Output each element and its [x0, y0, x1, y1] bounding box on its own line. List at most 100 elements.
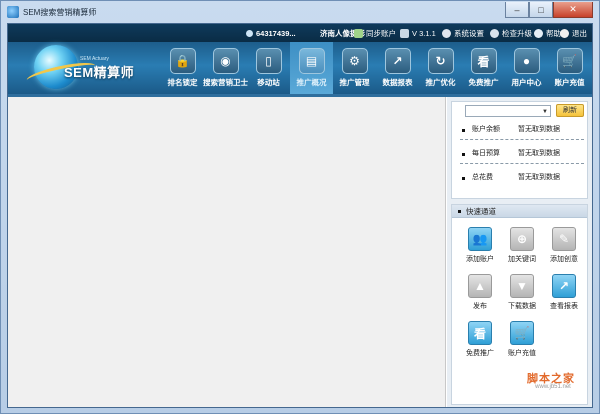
quick-access-label: 添加创意	[550, 256, 578, 263]
user-icon: ●	[513, 48, 540, 74]
quick-access-publish-button[interactable]: ▲ 发布	[460, 274, 500, 314]
quick-access-free-promo-button[interactable]: 看免费推广	[460, 321, 500, 361]
add-creative-icon: ✎	[552, 227, 576, 251]
status-item-label: 帮助	[546, 28, 561, 38]
chart-icon: ↗	[384, 48, 411, 74]
quick-access-add-keyword-button[interactable]: ⊕ 加关键词	[502, 227, 542, 267]
stat-label: 每日预算	[472, 150, 500, 157]
nav-label: 账户充值	[554, 78, 585, 87]
stat-value: 暂无取到数据	[518, 150, 560, 157]
free-promo-icon: 看	[470, 48, 497, 74]
status-gear-button[interactable]: 系统设置	[442, 27, 484, 39]
user-account-label: 64317439...	[256, 28, 296, 38]
status-item-label: 同步账户	[366, 28, 396, 38]
main-content-area	[8, 97, 446, 407]
header: SEM Actuary SEM精算师 🔒 排名锁定 ◉ 搜索营销卫士 ▯ 移动站 ▤ 推广概况…	[8, 42, 592, 94]
nav-label: 数据报表	[382, 78, 413, 87]
user-account[interactable]: 64317439...	[246, 27, 296, 39]
exit-icon	[560, 28, 569, 38]
chevron-down-icon: ▼	[542, 109, 548, 115]
right-sidebar: ▼ 刷新 账户余额 暂无取到数据 每日预算 暂无取到数据 总花费 暂无取到数据 快速通道 …	[447, 97, 592, 407]
window-controls: – □ ✕	[505, 2, 593, 18]
nav-item-6[interactable]: ↻ 推广优化	[419, 42, 462, 94]
cart-icon: 🛒	[510, 321, 534, 345]
watermark-url: www.jb51.net	[535, 384, 571, 390]
title-bar: SEM搜索营销精算师 – □ ✕	[1, 1, 599, 23]
account-select[interactable]: ▼	[465, 105, 551, 117]
nav-item-3[interactable]: ▤ 推广概况	[290, 42, 333, 94]
quick-access-cart-button[interactable]: 🛒 账户充值	[502, 321, 542, 361]
quick-access-label: 下载数据	[508, 303, 536, 310]
nav-label: 免费推广	[468, 78, 499, 87]
status-exit-button[interactable]: 退出	[560, 27, 587, 39]
quick-access-label: 账户充值	[508, 350, 536, 357]
nav-label: 推广概况	[296, 78, 327, 87]
quick-access-label: 发布	[473, 303, 487, 310]
gear-icon	[442, 28, 451, 38]
stat-label: 总花费	[472, 174, 493, 181]
nav-item-7[interactable]: 看免费推广	[462, 42, 505, 94]
bullet-icon	[462, 129, 465, 132]
nav-label: 移动站	[257, 78, 280, 87]
nav-item-2[interactable]: ▯ 移动站	[247, 42, 290, 94]
window-title: SEM搜索营销精算师	[23, 8, 97, 17]
dashed-divider	[460, 139, 584, 140]
nav-item-1[interactable]: ◉ 搜索营销卫士	[203, 42, 248, 94]
upgrade-icon	[490, 28, 499, 38]
nav-label: 推广优化	[425, 78, 456, 87]
quick-access-add-creative-button[interactable]: ✎ 添加创意	[544, 227, 584, 267]
stat-value: 暂无取到数据	[518, 126, 560, 133]
stat-label: 账户余额	[472, 126, 500, 133]
stat-value: 暂无取到数据	[518, 174, 560, 181]
nav-label: 排名锁定	[167, 78, 198, 87]
quick-access-label: 查看报表	[550, 303, 578, 310]
quick-access-add-account-button[interactable]: 👥 添加账户	[460, 227, 500, 267]
refresh-button[interactable]: 刷新	[556, 104, 584, 117]
close-button[interactable]: ✕	[553, 2, 593, 18]
lock-icon: 🔒	[169, 48, 196, 74]
main-nav: 🔒 排名锁定 ◉ 搜索营销卫士 ▯ 移动站 ▤ 推广概况 ⚙ 推广管理 ↗ 数据报表 ↻ 推广优化看免费推…	[161, 42, 591, 94]
nav-label: 推广管理	[339, 78, 370, 87]
nav-item-0[interactable]: 🔒 排名锁定	[161, 42, 204, 94]
refresh-icon: ↻	[427, 48, 454, 74]
nav-label: 搜索营销卫士	[203, 78, 248, 87]
nav-item-4[interactable]: ⚙ 推广管理	[333, 42, 376, 94]
app-window: SEM搜索营销精算师 – □ ✕ 64317439... 济南人像摄影 同步账户…	[0, 0, 600, 414]
nav-item-5[interactable]: ↗ 数据报表	[376, 42, 419, 94]
status-item-label: 退出	[572, 28, 587, 38]
status-item-label: V 3.1.1	[412, 28, 436, 38]
eye-icon: ◉	[212, 48, 239, 74]
maximize-button[interactable]: □	[529, 2, 553, 18]
overview-icon: ▤	[298, 48, 325, 74]
account-info-panel: ▼ 刷新 账户余额 暂无取到数据 每日预算 暂无取到数据 总花费 暂无取到数据	[451, 101, 588, 199]
client-area: 64317439... 济南人像摄影 同步账户 V 3.1.1 系统设置 检查升级 帮助…	[7, 23, 593, 408]
quick-access-title: 快速通道	[466, 207, 496, 216]
nav-item-8[interactable]: ● 用户中心	[505, 42, 548, 94]
report-icon: ↗	[552, 274, 576, 298]
quick-access-label: 免费推广	[466, 350, 494, 357]
user-icon	[246, 29, 253, 37]
sync-icon	[354, 28, 363, 38]
quick-access-report-button[interactable]: ↗ 查看报表	[544, 274, 584, 314]
gear-icon: ⚙	[341, 48, 368, 74]
quick-access-download-button[interactable]: ▼ 下载数据	[502, 274, 542, 314]
bullet-icon	[458, 210, 461, 213]
free-promo-icon: 看	[468, 321, 492, 345]
status-sync-button[interactable]: 同步账户	[354, 27, 396, 39]
status-help-button[interactable]: 帮助	[534, 27, 561, 39]
nav-label: 用户中心	[511, 78, 542, 87]
mobile-icon: ▯	[255, 48, 282, 74]
nav-item-9[interactable]: 🛒 账户充值	[548, 42, 591, 94]
top-status-bar: 64317439... 济南人像摄影 同步账户 V 3.1.1 系统设置 检查升级 帮助…	[8, 24, 592, 42]
bullet-icon	[462, 153, 465, 156]
status-upgrade-button[interactable]: 检查升级	[490, 27, 532, 39]
status-version-button[interactable]: V 3.1.1	[400, 27, 436, 39]
app-icon	[7, 6, 19, 18]
logo-name: SEM精算师	[64, 65, 135, 80]
add-account-icon: 👥	[468, 227, 492, 251]
status-item-label: 系统设置	[454, 28, 484, 38]
status-item-label: 检查升级	[502, 28, 532, 38]
version-icon	[400, 28, 409, 38]
minimize-button[interactable]: –	[505, 2, 529, 18]
stat-row: 总花费 暂无取到数据	[460, 172, 584, 184]
